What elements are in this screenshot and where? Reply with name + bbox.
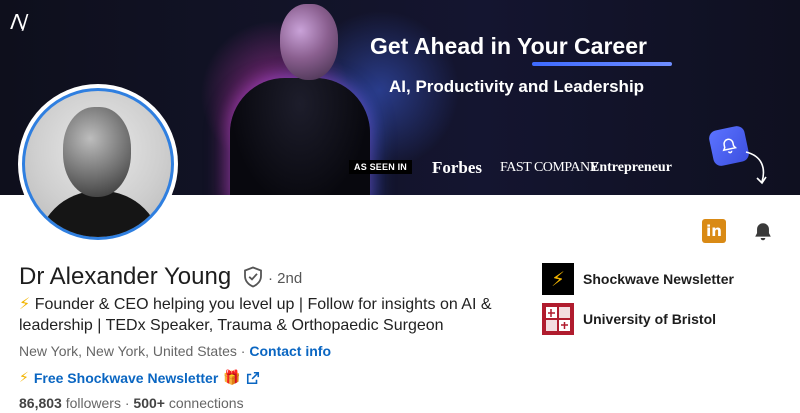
shockwave-logo-icon: ⚡: [542, 263, 574, 295]
profile-location: New York, New York, United States: [19, 343, 237, 359]
press-logo-forbes: Forbes: [432, 158, 483, 177]
lightning-icon: ⚡: [19, 369, 29, 385]
newsletter-link-text: Free Shockwave Newsletter: [33, 369, 219, 386]
bell-outline-icon: [722, 138, 738, 154]
banner-person-head: [280, 4, 338, 80]
press-logo-entrepreneur: Entrepreneur: [590, 160, 672, 175]
banner-subline: AI, Productivity and Leadership: [389, 77, 645, 96]
profile-headline: ⚡ Founder & CEO helping you level up | F…: [19, 294, 519, 336]
verified-shield-icon[interactable]: [243, 266, 263, 288]
profile-name: Dr Alexander Young: [19, 263, 232, 290]
avatar-photo: [22, 88, 174, 240]
banner-headline: Get Ahead in Your Career: [370, 33, 647, 59]
newsletter-link[interactable]: ⚡ Free Shockwave Newsletter 🎁: [19, 369, 260, 386]
side-item-university-of-bristol[interactable]: University of Bristol: [542, 303, 716, 335]
external-link-icon: [246, 371, 259, 384]
location-separator: ·: [240, 343, 246, 359]
profile-headline-text: Founder & CEO helping you level up | Fol…: [19, 296, 492, 334]
avatar[interactable]: [18, 84, 178, 244]
banner-logo-icon: Λ/: [10, 10, 28, 34]
profile-location-row: New York, New York, United States · Cont…: [19, 343, 331, 359]
curved-arrow-icon: [745, 151, 767, 185]
as-seen-in-label: AS SEEN IN: [349, 160, 413, 174]
connections-count[interactable]: 500+: [133, 395, 165, 411]
linkedin-badge-button[interactable]: in: [701, 218, 727, 244]
gift-icon: 🎁: [223, 369, 241, 385]
avatar-shoulders: [37, 191, 162, 237]
lightning-icon: ⚡: [19, 296, 31, 313]
profile-stats: 86,803 followers · 500+ connections: [19, 395, 244, 411]
connections-label: connections: [168, 395, 244, 411]
followers-count: 86,803: [19, 395, 62, 411]
bell-icon: [755, 223, 771, 241]
stats-separator: ·: [124, 395, 130, 411]
notification-bell-button[interactable]: [749, 218, 777, 246]
connection-degree: · 2nd: [268, 270, 303, 287]
contact-info-link[interactable]: Contact info: [249, 343, 331, 359]
banner-headline-underline: [532, 62, 672, 66]
linkedin-icon: in: [702, 219, 726, 243]
university-of-bristol-logo-icon: [542, 303, 574, 335]
side-item-shockwave-newsletter[interactable]: ⚡ Shockwave Newsletter: [542, 263, 734, 295]
avatar-face: [63, 107, 131, 197]
followers-label: followers: [65, 395, 121, 411]
side-item-label: Shockwave Newsletter: [583, 271, 734, 287]
side-item-label: University of Bristol: [583, 311, 717, 327]
press-logo-fastcompany: FAST COMPANY: [500, 160, 600, 175]
crest-icon: [546, 307, 570, 331]
banner-person-torso: [230, 78, 370, 195]
